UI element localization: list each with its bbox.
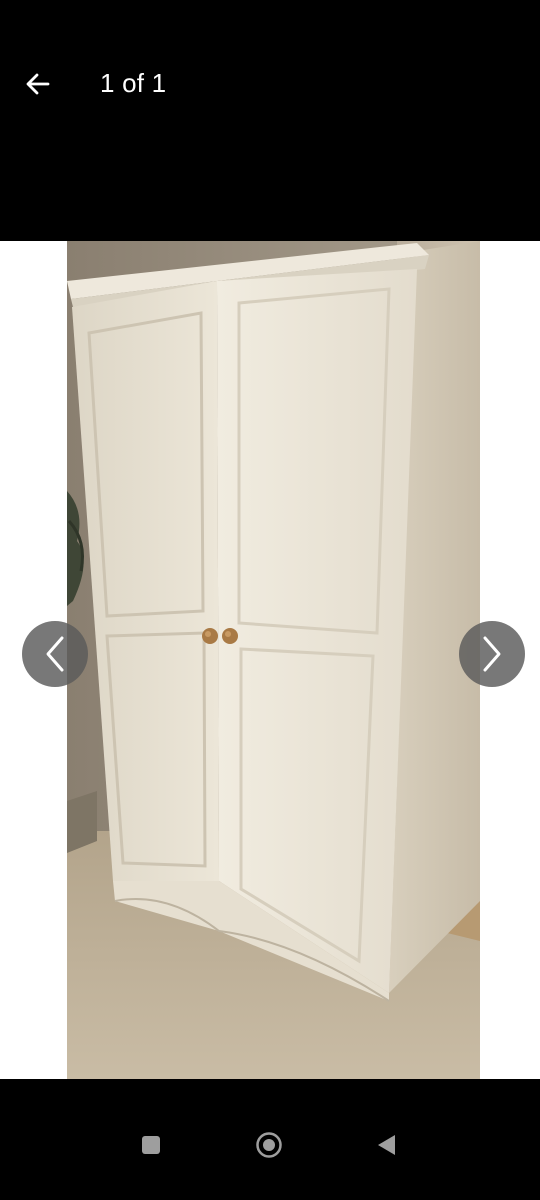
- next-image-button[interactable]: [459, 621, 525, 687]
- photo-canvas: [67, 241, 480, 1079]
- back-button[interactable]: [18, 64, 58, 104]
- chevron-right-icon: [483, 636, 501, 672]
- system-navigation-bar: [0, 1079, 540, 1200]
- triangle-back-icon: [378, 1135, 395, 1155]
- wardrobe-photo[interactable]: [67, 241, 480, 1079]
- recents-button[interactable]: [131, 1125, 171, 1165]
- top-app-bar: 1 of 1: [0, 0, 540, 241]
- page-counter: 1 of 1: [100, 68, 167, 98]
- image-viewer: [0, 241, 540, 1079]
- square-icon: [142, 1136, 160, 1154]
- circle-icon: [256, 1132, 282, 1158]
- home-button[interactable]: [249, 1125, 289, 1165]
- arrow-left-icon: [26, 73, 50, 95]
- system-back-button[interactable]: [366, 1125, 406, 1165]
- previous-image-button[interactable]: [22, 621, 88, 687]
- chevron-left-icon: [46, 636, 64, 672]
